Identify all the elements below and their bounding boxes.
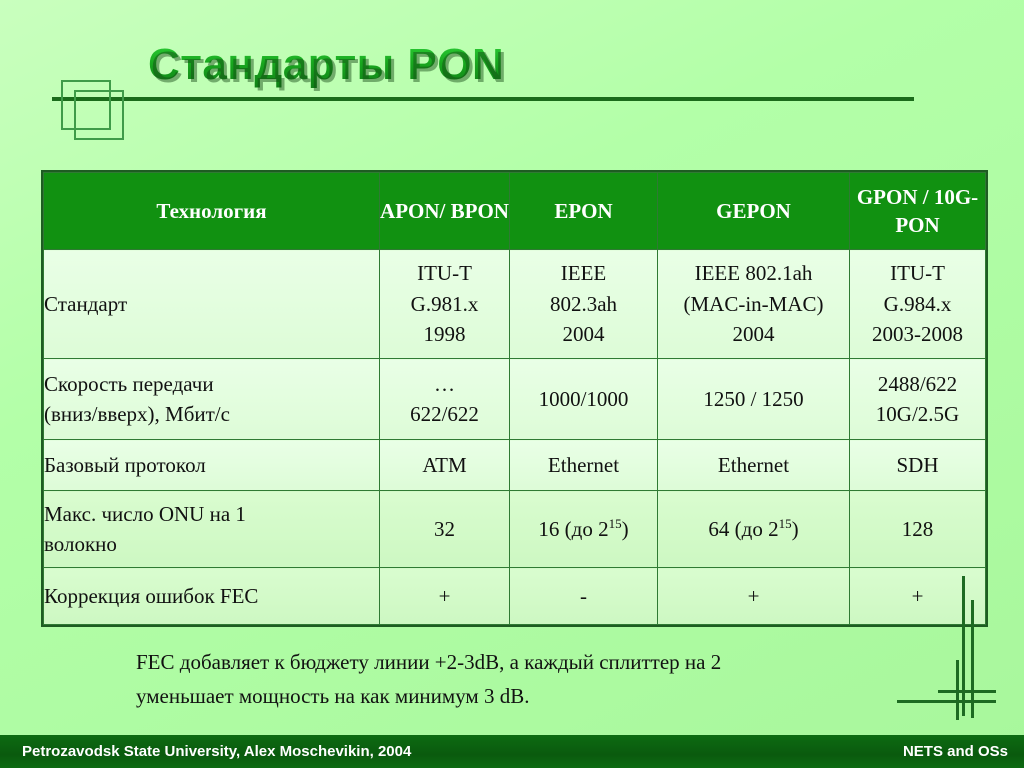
footnote-line-1: FEC добавляет к бюджету линии +2-3dB, а …	[136, 650, 722, 674]
cell-line: (MAC-in-MAC)	[683, 291, 824, 316]
cell-speed-gepon: 1250 / 1250	[657, 358, 850, 440]
cell-protocol-apon: ATM	[379, 439, 510, 491]
table-row: Базовый протокол ATM Ethernet Ethernet S…	[43, 439, 986, 491]
column-header-technology: Технология	[43, 172, 380, 250]
cell-line: 622/622	[410, 402, 479, 426]
cell-onu-apon: 32	[379, 490, 510, 568]
cell-superscript: 15	[778, 515, 792, 531]
cell-line: 1000/1000	[538, 386, 629, 411]
cell-line: Скорость передачи	[44, 371, 214, 396]
cell-onu-gpon: 128	[849, 490, 986, 568]
cell-fec-gepon: +	[657, 567, 850, 625]
table-row: Стандарт ITU-T G.981.x 1998 IEEE 802.3ah…	[43, 249, 986, 359]
cell-line: Макс. число ONU на 1	[44, 501, 246, 526]
cell-onu-gepon: 64 (до 215)	[657, 490, 850, 568]
table-row: Скорость передачи (вниз/вверх), Мбит/с ……	[43, 358, 986, 440]
cell-text-pre: 16 (до 2	[538, 516, 609, 541]
cell-line: ITU-T	[417, 261, 472, 286]
cell-line: (вниз/вверх), Мбит/с	[44, 402, 230, 426]
cell-line: ITU-T	[890, 261, 945, 286]
cell-line: 2003-2008	[872, 322, 963, 347]
cell-onu-epon: 16 (до 215)	[509, 490, 658, 568]
cell-line: IEEE	[560, 261, 607, 286]
row-label-max-onu: Макс. число ONU на 1 волокно	[43, 490, 380, 568]
title-block: Стандарты PON Стандарты PON	[0, 22, 1024, 102]
page-title: Стандарты PON	[148, 40, 505, 89]
cell-standard-apon: ITU-T G.981.x 1998	[379, 249, 510, 359]
cell-fec-apon: +	[379, 567, 510, 625]
cell-protocol-gpon: SDH	[849, 439, 986, 491]
pon-standards-table: Технология APON/ BPON EPON GEPON GPON / …	[43, 172, 986, 625]
cell-line: 10G/2.5G	[875, 402, 960, 426]
footer-attribution: Petrozavodsk State University, Alex Mosc…	[22, 743, 412, 760]
cell-line: 2004	[562, 322, 605, 347]
cell-line: …	[434, 371, 455, 396]
cell-line: 802.3ah	[549, 291, 618, 316]
column-header-gpon-10g: GPON / 10G-PON	[849, 172, 986, 250]
decorative-line-horizontal	[938, 690, 996, 693]
cell-text-post: )	[621, 516, 629, 541]
decorative-line-horizontal	[897, 700, 996, 703]
cell-standard-epon: IEEE 802.3ah 2004	[509, 249, 658, 359]
cell-line: G.981.x	[410, 291, 479, 316]
table-row: Макс. число ONU на 1 волокно 32 16 (до 2…	[43, 490, 986, 568]
cell-line: 1250 / 1250	[703, 386, 804, 411]
row-label-speed: Скорость передачи (вниз/вверх), Мбит/с	[43, 358, 380, 440]
table-header-row: Технология APON/ BPON EPON GEPON GPON / …	[43, 172, 986, 250]
table-header: Технология APON/ BPON EPON GEPON GPON / …	[43, 172, 986, 250]
cell-speed-gpon: 2488/622 10G/2.5G	[849, 358, 986, 440]
table-body: Стандарт ITU-T G.981.x 1998 IEEE 802.3ah…	[43, 249, 986, 625]
footer-course-label: NETS and OSs	[902, 743, 1008, 760]
column-header-apon-bpon: APON/ BPON	[379, 172, 510, 250]
cell-line: волокно	[44, 532, 117, 556]
decorative-square-inner	[74, 90, 124, 140]
cell-text-pre: 64 (до 2	[708, 516, 779, 541]
footnote-text: FEC добавляет к бюджету линии +2-3dB, а …	[136, 645, 896, 713]
table-row: Коррекция ошибок FEC + - + +	[43, 567, 986, 625]
cell-line: IEEE 802.1ah	[694, 261, 813, 286]
cell-protocol-epon: Ethernet	[509, 439, 658, 491]
cell-speed-epon: 1000/1000	[509, 358, 658, 440]
cell-line: 2004	[732, 322, 775, 347]
cell-fec-gpon: +	[849, 567, 986, 625]
cell-line: 1998	[423, 322, 466, 347]
cell-line: G.984.x	[883, 291, 952, 316]
slide-canvas: Стандарты PON Стандарты PON Технология A…	[0, 0, 1024, 768]
footnote-line-2: уменьшает мощность на как минимум 3 dB.	[136, 684, 530, 709]
cell-standard-gpon: ITU-T G.984.x 2003-2008	[849, 249, 986, 359]
cell-speed-apon: … 622/622	[379, 358, 510, 440]
cell-text-post: )	[791, 516, 799, 541]
row-label-base-protocol: Базовый протокол	[43, 439, 380, 491]
title-divider-rule	[52, 97, 914, 101]
column-header-epon: EPON	[509, 172, 658, 250]
cell-standard-gepon: IEEE 802.1ah (MAC-in-MAC) 2004	[657, 249, 850, 359]
row-label-standard: Стандарт	[43, 249, 380, 359]
cell-superscript: 15	[608, 515, 622, 531]
column-header-gepon: GEPON	[657, 172, 850, 250]
cell-protocol-gepon: Ethernet	[657, 439, 850, 491]
row-label-fec: Коррекция ошибок FEC	[43, 567, 380, 625]
header-apon-line2: BPON	[450, 198, 509, 223]
header-gpon-line1: GPON /	[856, 184, 929, 209]
cell-fec-epon: -	[509, 567, 658, 625]
slide-footer-bar: Petrozavodsk State University, Alex Mosc…	[0, 735, 1024, 768]
decorative-line-vertical	[962, 576, 965, 716]
cell-line: 2488/622	[877, 371, 958, 396]
header-apon-line1: APON/	[380, 198, 446, 223]
